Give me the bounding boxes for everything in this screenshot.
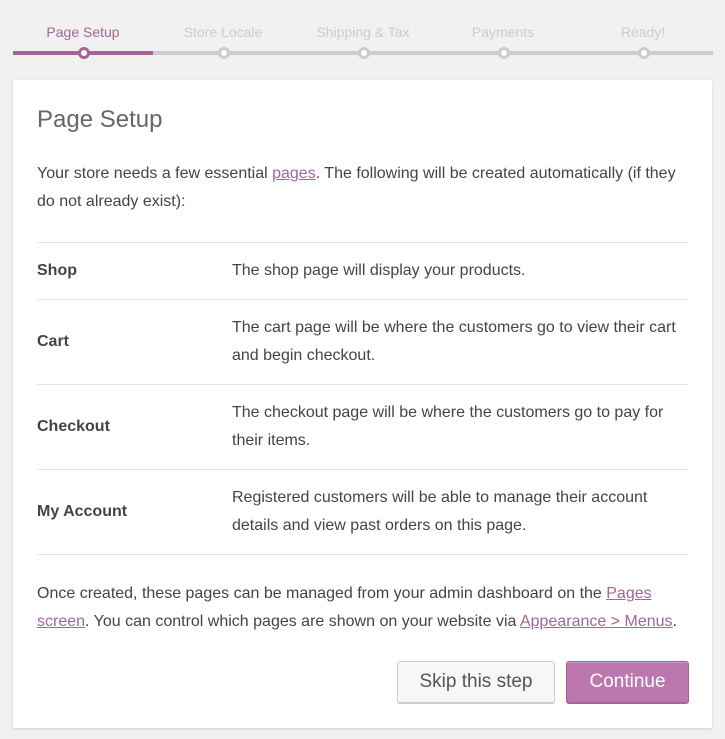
setup-steps: Page Setup Store Locale Shipping & Tax P…	[13, 16, 713, 64]
page-name: Checkout	[37, 418, 110, 435]
step-store-locale: Store Locale	[153, 16, 293, 59]
step-dot-icon	[78, 47, 90, 59]
step-label: Page Setup	[46, 24, 120, 40]
continue-button[interactable]: Continue	[566, 661, 689, 703]
appearance-menus-link[interactable]: Appearance > Menus	[520, 613, 673, 630]
table-row: Cart The cart page will be where the cus…	[37, 299, 688, 385]
intro-text-before: Your store needs a few essential	[37, 165, 273, 182]
step-ready: Ready!	[573, 16, 713, 59]
outro-text-before: Once created, these pages can be managed…	[37, 585, 607, 602]
step-label: Shipping & Tax	[316, 24, 410, 40]
intro-text: Your store needs a few essential pages. …	[37, 160, 688, 216]
setup-card: Page Setup Your store needs a few essent…	[13, 80, 712, 728]
step-shipping-tax: Shipping & Tax	[293, 16, 433, 59]
pages-table: Shop The shop page will display your pro…	[37, 242, 688, 555]
pages-link[interactable]: pages	[272, 165, 316, 182]
page-description: The cart page will be where the customer…	[232, 319, 676, 364]
page-name: Cart	[37, 333, 70, 350]
page-description: The checkout page will be where the cust…	[232, 404, 664, 449]
skip-step-button[interactable]: Skip this step	[397, 661, 555, 703]
step-dot-icon	[498, 47, 510, 59]
page-description: The shop page will display your products…	[232, 262, 526, 279]
page-name: My Account	[37, 503, 128, 520]
step-page-setup: Page Setup	[13, 16, 153, 59]
step-payments: Payments	[433, 16, 573, 59]
step-dot-icon	[358, 47, 370, 59]
page-title: Page Setup	[37, 106, 163, 133]
step-label: Ready!	[620, 24, 666, 40]
page-name: Shop	[37, 262, 77, 279]
page-description: Registered customers will be able to man…	[232, 489, 648, 534]
step-dot-icon	[638, 47, 650, 59]
step-label: Store Locale	[183, 24, 263, 40]
table-row: Shop The shop page will display your pro…	[37, 242, 688, 300]
outro-text: Once created, these pages can be managed…	[37, 580, 688, 636]
outro-text-after: .	[672, 613, 677, 630]
step-label: Payments	[471, 24, 535, 40]
table-row: My Account Registered customers will be …	[37, 469, 688, 555]
outro-text-middle: . You can control which pages are shown …	[85, 613, 520, 630]
step-dot-icon	[218, 47, 230, 59]
table-row: Checkout The checkout page will be where…	[37, 384, 688, 470]
